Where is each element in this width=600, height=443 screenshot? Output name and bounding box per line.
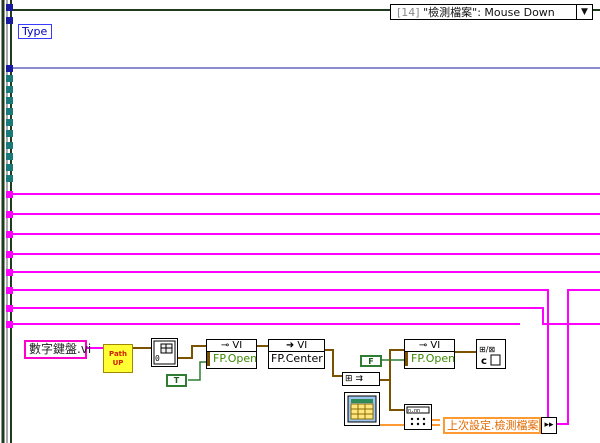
key-icon: ⊸ [418,340,428,351]
property-fp-open: FP.Open [207,352,257,366]
path-up-label-1: Path [109,350,127,358]
svg-text:⊞/⊠: ⊞/⊠ [479,345,495,354]
tunnel-terminal[interactable] [6,119,13,126]
invoke-node-fp-center[interactable]: ➜ VI FP.Center [268,339,325,369]
invoke-node-header: ➜ VI [269,340,324,352]
invoke-node-class: VI [297,340,308,351]
svg-text:n.nn: n.nn [408,408,420,414]
event-case-label: "檢測檔案": Mouse Down [423,6,555,19]
tunnel-terminal[interactable] [6,175,13,182]
event-structure-background [0,0,600,443]
tunnel-terminal[interactable] [6,86,13,93]
tunnel-terminal[interactable] [6,97,13,104]
property-node-class: VI [430,340,441,351]
arrow-icon: ➜ [285,340,295,351]
tunnel-terminal[interactable] [6,17,13,24]
svg-text:c: c [481,356,487,367]
output-terminal-icon: ▸▸ [541,417,557,434]
tunnel-terminal[interactable] [6,153,13,160]
array-format-icon: ⊞ ⇉ [345,374,363,384]
table-property-node[interactable]: ⊞ ⇉ [342,372,380,386]
property-node-fp-open-2[interactable]: ⊸ VI FP.Open [404,339,455,369]
tunnel-terminal[interactable] [6,142,13,149]
event-data-type-node[interactable]: Type [18,24,52,39]
boolean-false-value: F [368,357,374,366]
tunnel-terminal[interactable] [6,130,13,137]
tunnel-terminal[interactable] [6,75,13,82]
property-fp-open: FP.Open [405,352,455,366]
close-reference-icon: ⊞/⊠ c [479,345,501,367]
close-reference-node[interactable]: ⊞/⊠ c [476,339,506,369]
tunnel-terminal[interactable] [6,108,13,115]
format-node[interactable]: n.nn [404,404,432,430]
event-case-selector[interactable]: [14] "檢測檔案": Mouse Down ▼ [390,4,593,20]
boolean-true-constant[interactable]: T [166,374,187,387]
output-string-indicator[interactable]: 上次設定.檢測檔案 [443,417,541,434]
property-node-fp-open-1[interactable]: ⊸ VI FP.Open [206,339,257,369]
svg-text:0: 0 [155,354,160,363]
method-fp-center: FP.Center [271,352,323,365]
table-control-subvi[interactable] [344,392,380,426]
table-control-icon [347,395,377,423]
tunnel-terminal[interactable] [6,4,13,11]
path-up-subvi[interactable]: Path UP [103,344,133,373]
boolean-true-value: T [173,376,180,385]
path-constant-value: 數字鍵盤.vi [29,342,92,356]
boolean-false-constant[interactable]: F [360,355,382,367]
chevron-down-icon[interactable]: ▼ [576,5,592,19]
event-case-index: [14] [397,6,420,19]
output-string-label: 上次設定.檢測檔案 [447,419,539,432]
event-data-type-label: Type [22,25,48,38]
tunnel-terminal[interactable] [6,164,13,171]
path-up-label-2: UP [112,359,124,367]
open-vi-reference-node[interactable]: 0 [151,338,178,367]
property-node-header: ⊸ VI [405,340,454,352]
key-icon: ⊸ [220,340,230,351]
path-constant[interactable]: 數字鍵盤.vi [24,340,91,359]
block-diagram [0,0,600,443]
path-strip-icon: n.nn [406,406,430,426]
property-node-class: VI [232,340,243,351]
property-node-header: ⊸ VI [207,340,256,352]
vi-refnum-icon: 0 [153,340,176,365]
